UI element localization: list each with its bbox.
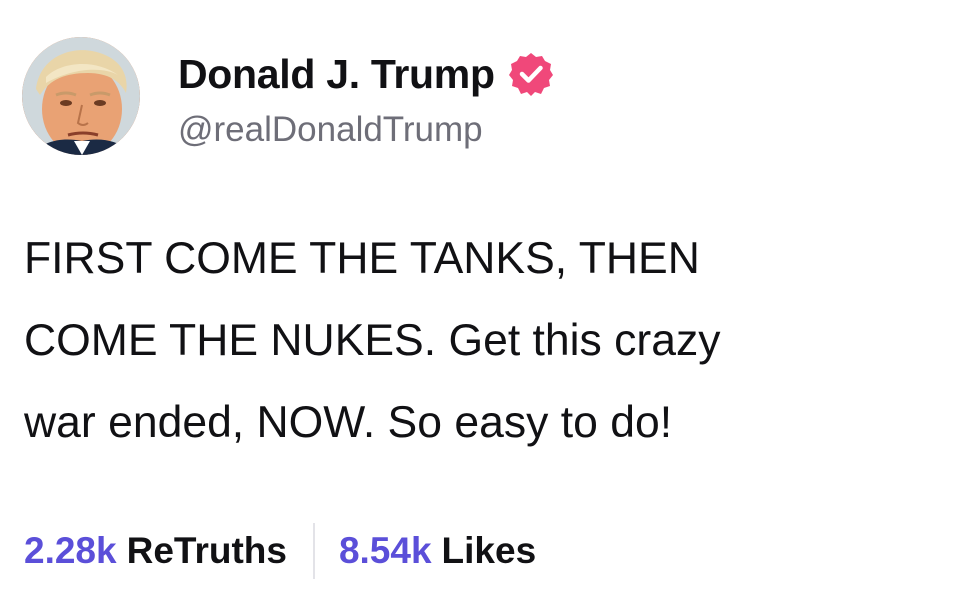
- avatar-photo-icon: [22, 37, 140, 155]
- author-handle[interactable]: @realDonaldTrump: [178, 110, 483, 150]
- likes-label: Likes: [441, 530, 537, 571]
- post-text: FIRST COME THE TANKS, THEN COME THE NUKE…: [24, 234, 721, 447]
- truth-post: Donald J. Trump @realDonaldTrump FIRST C…: [0, 0, 960, 605]
- likes-count: 8.54k: [338, 530, 432, 571]
- author-name-row: Donald J. Trump: [178, 46, 555, 102]
- author-avatar[interactable]: [22, 37, 140, 155]
- likes-stat[interactable]: 8.54k Likes: [339, 530, 536, 572]
- post-stats: 2.28k ReTruths 8.54k Likes: [24, 522, 536, 580]
- retruths-stat[interactable]: 2.28k ReTruths: [24, 530, 287, 572]
- retruths-count: 2.28k: [24, 530, 117, 571]
- retruths-label: ReTruths: [126, 530, 287, 571]
- author-display-name[interactable]: Donald J. Trump: [178, 51, 495, 98]
- stats-divider: [312, 523, 315, 579]
- verified-badge-icon: [507, 50, 555, 98]
